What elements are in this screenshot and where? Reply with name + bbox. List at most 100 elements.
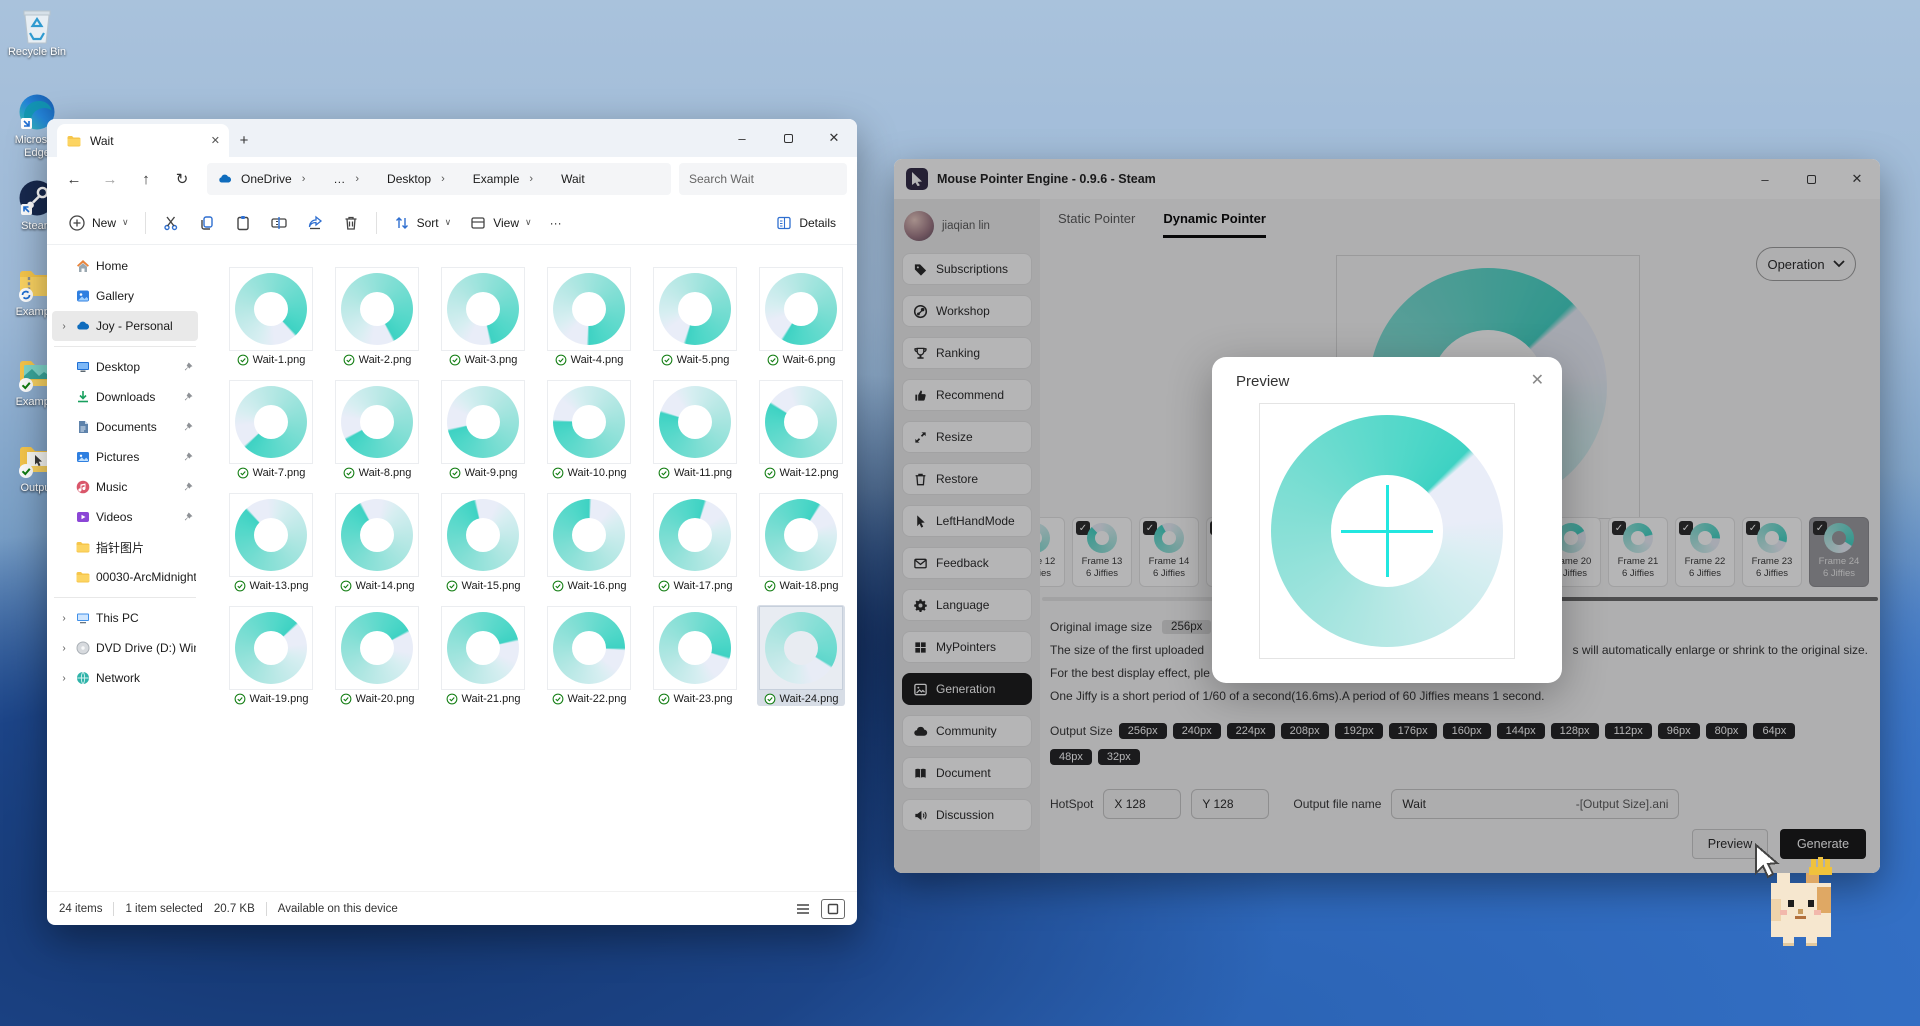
sidebar-item[interactable]: › Gallery — [52, 281, 198, 311]
details-view-toggle[interactable] — [791, 899, 815, 919]
onedrive-sync-check-icon — [446, 580, 458, 592]
delete-button[interactable] — [333, 207, 369, 239]
breadcrumb-item[interactable]: … › — [309, 171, 361, 187]
sidebar-item[interactable]: › DVD Drive (D:) Win — [52, 633, 198, 663]
share-button[interactable] — [297, 207, 333, 239]
file-item[interactable]: Wait-10.png — [545, 379, 633, 480]
desktop-icon[interactable]: Recycle Bin — [6, 4, 68, 59]
file-thumbnail — [547, 606, 631, 690]
up-button[interactable]: ↑ — [129, 162, 163, 196]
chevron-right-icon[interactable]: › — [58, 673, 70, 684]
sidebar-item[interactable]: › Music — [52, 472, 198, 502]
rename-button[interactable] — [261, 207, 297, 239]
explorer-tab[interactable]: Wait ✕ — [57, 124, 229, 157]
new-tab-button[interactable]: + — [229, 124, 259, 157]
file-item[interactable]: Wait-11.png — [651, 379, 739, 480]
file-thumbnail — [441, 606, 525, 690]
cut-button[interactable] — [153, 207, 189, 239]
sort-icon — [393, 214, 411, 232]
chevron-right-icon[interactable]: › — [58, 321, 70, 332]
file-item[interactable]: Wait-7.png — [227, 379, 315, 480]
sidebar-item[interactable]: › Videos — [52, 502, 198, 532]
copy-button[interactable] — [189, 207, 225, 239]
file-item[interactable]: Wait-21.png — [439, 605, 527, 706]
paste-button[interactable] — [225, 207, 261, 239]
file-item[interactable]: Wait-4.png — [545, 266, 633, 367]
file-item[interactable]: Wait-3.png — [439, 266, 527, 367]
view-button[interactable]: View ∨ — [460, 207, 540, 239]
file-item[interactable]: Wait-8.png — [333, 379, 421, 480]
sidebar-item-icon — [75, 479, 91, 495]
new-button[interactable]: New ∨ — [59, 207, 138, 239]
file-item[interactable]: Wait-14.png — [333, 492, 421, 593]
spinner-image — [235, 499, 307, 571]
hamster-body — [1771, 857, 1832, 946]
file-name: Wait-5.png — [677, 354, 730, 366]
sidebar-item[interactable]: › Network — [52, 663, 198, 693]
sidebar-item[interactable]: › Documents — [52, 412, 198, 442]
file-item[interactable]: Wait-23.png — [651, 605, 739, 706]
file-thumbnail — [229, 493, 313, 577]
onedrive-sync-check-icon — [552, 693, 564, 705]
file-item[interactable]: Wait-20.png — [333, 605, 421, 706]
breadcrumb-item[interactable]: OneDrive › — [217, 171, 307, 187]
file-thumbnail — [759, 380, 843, 464]
sidebar-item[interactable]: › Desktop — [52, 352, 198, 382]
chevron-right-icon: › — [353, 173, 361, 185]
file-item[interactable]: Wait-5.png — [651, 266, 739, 367]
search-input[interactable]: Search Wait — [679, 163, 847, 195]
breadcrumb-item[interactable]: Wait › — [537, 171, 591, 187]
file-item[interactable]: Wait-13.png — [227, 492, 315, 593]
file-item[interactable]: Wait-12.png — [757, 379, 845, 480]
paste-icon — [234, 214, 252, 232]
file-name: Wait-14.png — [356, 580, 415, 592]
sidebar-item[interactable]: › 指针图片 — [52, 532, 198, 562]
modal-close-icon[interactable]: ✕ — [1531, 370, 1544, 390]
chevron-right-icon[interactable]: › — [58, 613, 70, 624]
minimize-button[interactable]: – — [719, 119, 765, 157]
more-options-button[interactable]: ··· — [541, 207, 571, 239]
item-count: 24 items — [59, 903, 102, 915]
file-item[interactable]: Wait-17.png — [651, 492, 739, 593]
sidebar-item-icon — [75, 449, 91, 465]
sidebar-item[interactable]: › Downloads — [52, 382, 198, 412]
file-item[interactable]: Wait-16.png — [545, 492, 633, 593]
file-item[interactable]: Wait-9.png — [439, 379, 527, 480]
breadcrumb-item[interactable]: Example › — [449, 171, 535, 187]
maximize-button[interactable] — [765, 119, 811, 157]
breadcrumb-item[interactable]: Desktop › — [363, 171, 447, 187]
onedrive-sync-check-icon — [237, 467, 249, 479]
selection-size: 20.7 KB — [214, 903, 255, 915]
details-button[interactable]: Details — [766, 207, 845, 239]
sidebar-item[interactable]: › This PC — [52, 603, 198, 633]
sidebar-item[interactable]: › 00030-ArcMidnight — [52, 562, 198, 592]
breadcrumb[interactable]: OneDrive › … › Desktop › — [207, 163, 671, 195]
file-item[interactable]: Wait-19.png — [227, 605, 315, 706]
file-item[interactable]: Wait-22.png — [545, 605, 633, 706]
sidebar-item[interactable]: › — [52, 341, 198, 352]
onedrive-cloud-icon — [449, 171, 465, 187]
refresh-button[interactable]: ↻ — [165, 162, 199, 196]
back-button[interactable]: ← — [57, 162, 91, 196]
thumbnail-view-toggle[interactable] — [821, 899, 845, 919]
sidebar-item[interactable]: › Home — [52, 251, 198, 281]
file-item[interactable]: Wait-6.png — [757, 266, 845, 367]
tab-close-icon[interactable]: ✕ — [211, 134, 220, 147]
file-item[interactable]: Wait-24.png — [757, 605, 845, 706]
onedrive-sync-check-icon — [234, 693, 246, 705]
sidebar-item[interactable]: › Pictures — [52, 442, 198, 472]
sort-button[interactable]: Sort ∨ — [384, 207, 461, 239]
file-item[interactable]: Wait-1.png — [227, 266, 315, 367]
chevron-down-icon: ∨ — [525, 217, 532, 228]
file-item[interactable]: Wait-15.png — [439, 492, 527, 593]
forward-button[interactable]: → — [93, 162, 127, 196]
file-thumbnail — [441, 380, 525, 464]
sidebar-item[interactable]: › Joy - Personal — [52, 311, 198, 341]
spinner-image — [235, 273, 307, 345]
sidebar-item[interactable]: › — [52, 592, 198, 603]
chevron-right-icon[interactable]: › — [58, 643, 70, 654]
file-item[interactable]: Wait-2.png — [333, 266, 421, 367]
file-item[interactable]: Wait-18.png — [757, 492, 845, 593]
close-button[interactable]: ✕ — [811, 119, 857, 157]
file-name: Wait-8.png — [359, 467, 412, 479]
